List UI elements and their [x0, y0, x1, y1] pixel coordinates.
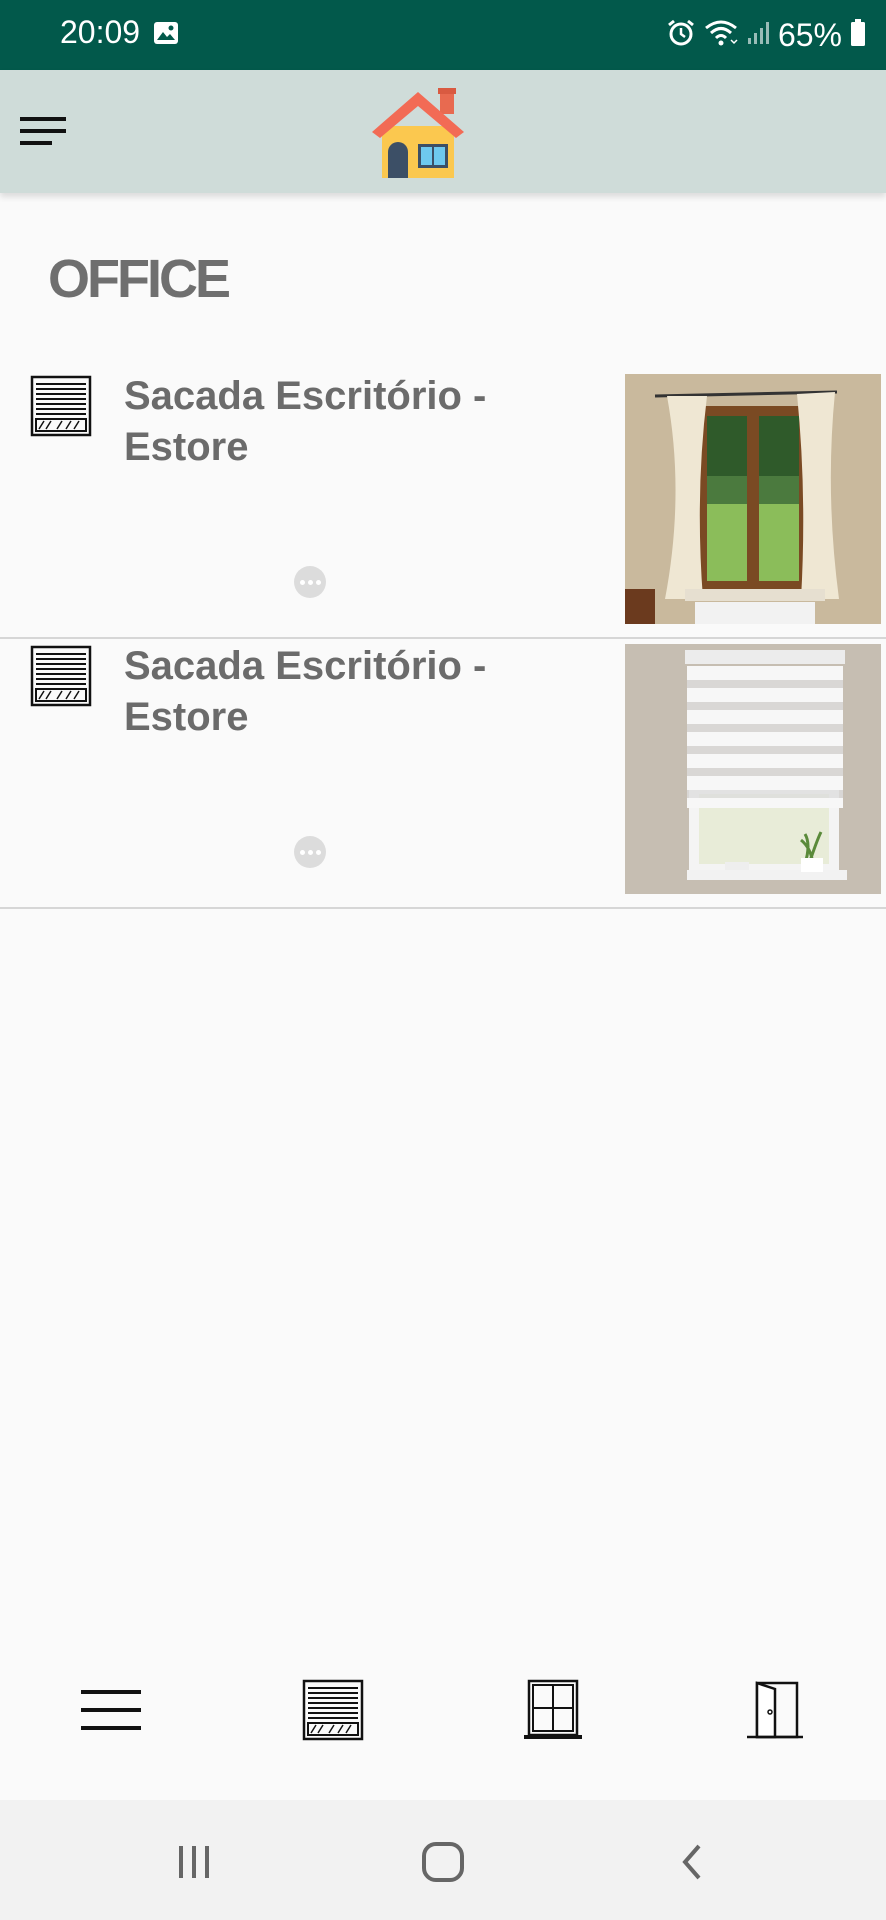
more-options-icon[interactable]: [294, 566, 326, 598]
hamburger-menu-icon[interactable]: [20, 115, 66, 147]
device-list-item[interactable]: Sacada Escritório - Estore: [0, 639, 886, 909]
recent-apps-icon[interactable]: [164, 1840, 224, 1884]
blinds-icon: [30, 645, 92, 712]
bottom-nav: [0, 1640, 886, 1760]
image-icon: [153, 21, 179, 50]
system-nav-bar: [0, 1800, 886, 1920]
house-icon: [366, 80, 470, 189]
battery-icon: [850, 18, 866, 52]
home-icon[interactable]: [413, 1840, 473, 1884]
back-icon[interactable]: [662, 1840, 722, 1884]
page-title: OFFICE: [48, 249, 231, 309]
window-icon[interactable]: [513, 1670, 593, 1750]
blinds-icon[interactable]: [293, 1670, 373, 1750]
device-photo-window-curtains: [625, 374, 881, 624]
device-name: Sacada Escritório - Estore: [124, 374, 487, 469]
battery-percent: 65%: [777, 16, 842, 53]
status-right-group: 65%: [666, 12, 866, 58]
device-photo-zebra-blind: [625, 644, 881, 894]
door-icon[interactable]: [734, 1670, 814, 1750]
status-time: 20:09: [60, 14, 141, 50]
blinds-icon: [30, 375, 92, 442]
device-list-item[interactable]: Sacada Escritório - Estore: [0, 369, 886, 639]
app-bar: [0, 70, 886, 193]
alarm-icon: [666, 18, 696, 53]
wifi-icon: [704, 18, 738, 53]
device-name: Sacada Escritório - Estore: [124, 644, 487, 739]
menu-icon[interactable]: [71, 1670, 151, 1750]
more-options-icon[interactable]: [294, 836, 326, 868]
signal-icon: [746, 20, 770, 51]
status-bar: 20:09 65%: [0, 0, 886, 70]
